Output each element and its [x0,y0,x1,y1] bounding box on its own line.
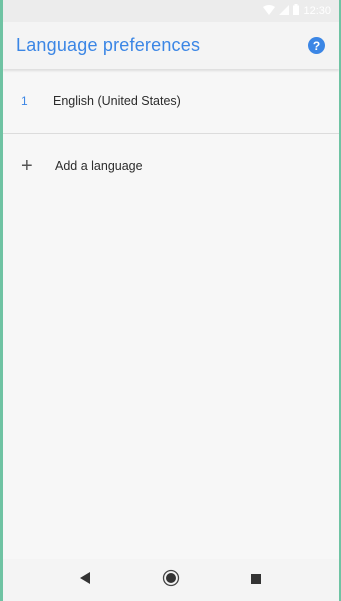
add-language-label: Add a language [55,159,143,173]
app-bar: Language preferences ? [3,22,339,69]
recents-button[interactable] [244,568,268,592]
language-index: 1 [21,94,28,108]
help-icon[interactable]: ? [308,37,325,54]
status-icons: 12:30 [263,4,331,18]
language-item[interactable]: 1 English (United States) [3,69,339,134]
home-icon [162,569,180,592]
language-label: English (United States) [53,94,181,108]
back-icon [79,571,92,589]
phone-screen: 12:30 Language preferences ? 1 English (… [3,0,339,601]
battery-icon [293,4,300,18]
back-button[interactable] [74,568,98,592]
navigation-bar [3,559,339,601]
add-icon: + [21,155,33,177]
status-time: 12:30 [303,5,331,17]
status-bar: 12:30 [3,0,339,22]
signal-icon [279,4,290,18]
recents-icon [251,571,262,589]
page-title: Language preferences [16,35,201,55]
help-glyph: ? [312,38,321,53]
language-list: 1 English (United States) + Add a langua… [3,69,339,559]
home-button[interactable] [159,568,183,592]
wifi-icon [263,4,276,18]
add-language-button[interactable]: + Add a language [3,134,339,198]
